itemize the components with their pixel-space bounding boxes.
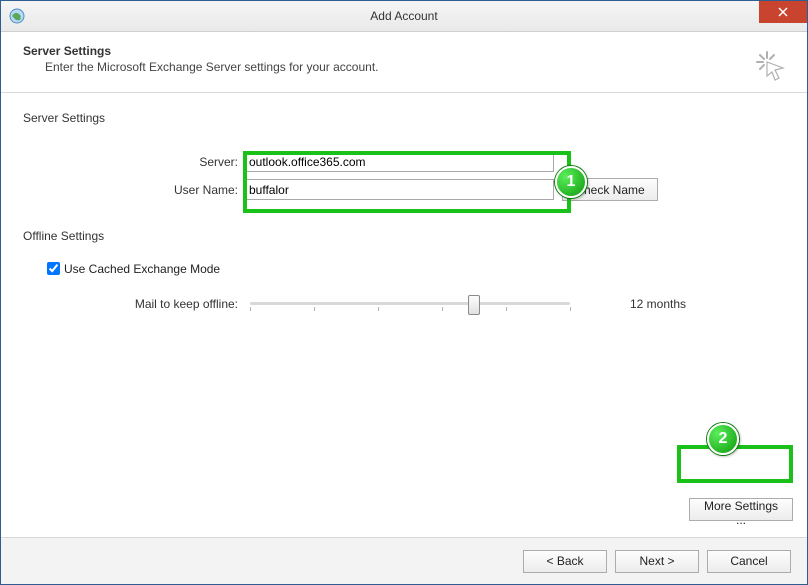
- server-row: Server:: [23, 151, 785, 172]
- server-input[interactable]: [244, 151, 554, 172]
- close-icon: [778, 7, 788, 17]
- more-settings-button[interactable]: More Settings ...: [689, 498, 793, 521]
- slider-thumb[interactable]: [468, 295, 480, 315]
- title-bar: Add Account: [1, 1, 807, 32]
- add-account-window: Add Account Server Settings Enter the Mi…: [0, 0, 808, 585]
- window-title: Add Account: [1, 9, 807, 23]
- offline-settings-section: Offline Settings Use Cached Exchange Mod…: [23, 229, 785, 316]
- username-row: User Name: Check Name: [23, 178, 785, 201]
- back-button[interactable]: < Back: [523, 550, 607, 573]
- app-icon: [9, 8, 25, 24]
- cached-mode-checkbox[interactable]: [47, 262, 60, 275]
- check-name-button[interactable]: Check Name: [562, 178, 658, 201]
- cached-mode-row: Use Cached Exchange Mode: [43, 259, 785, 278]
- header-section: Server Settings Enter the Microsoft Exch…: [1, 32, 807, 93]
- body-area: Server Settings Server: User Name: Check…: [1, 93, 807, 537]
- slider-track: [250, 302, 570, 305]
- cached-mode-label: Use Cached Exchange Mode: [64, 262, 220, 276]
- server-settings-section-title: Server Settings: [23, 111, 785, 125]
- page-subtitle: Enter the Microsoft Exchange Server sett…: [45, 60, 785, 74]
- page-heading: Server Settings: [23, 44, 785, 58]
- close-button[interactable]: [759, 1, 807, 23]
- mail-offline-slider[interactable]: [250, 292, 570, 316]
- button-bar: < Back Next > Cancel: [1, 537, 807, 584]
- username-label: User Name:: [23, 183, 244, 197]
- offline-settings-section-title: Offline Settings: [23, 229, 785, 243]
- username-input[interactable]: [244, 179, 554, 200]
- next-button[interactable]: Next >: [615, 550, 699, 573]
- cancel-button[interactable]: Cancel: [707, 550, 791, 573]
- server-label: Server:: [23, 155, 244, 169]
- mail-offline-value: 12 months: [630, 297, 686, 311]
- cursor-click-icon: [755, 50, 787, 85]
- mail-to-keep-label: Mail to keep offline:: [23, 297, 244, 311]
- more-settings-area: More Settings ...: [689, 498, 793, 527]
- mail-offline-row: Mail to keep offline: 12 months: [23, 292, 785, 316]
